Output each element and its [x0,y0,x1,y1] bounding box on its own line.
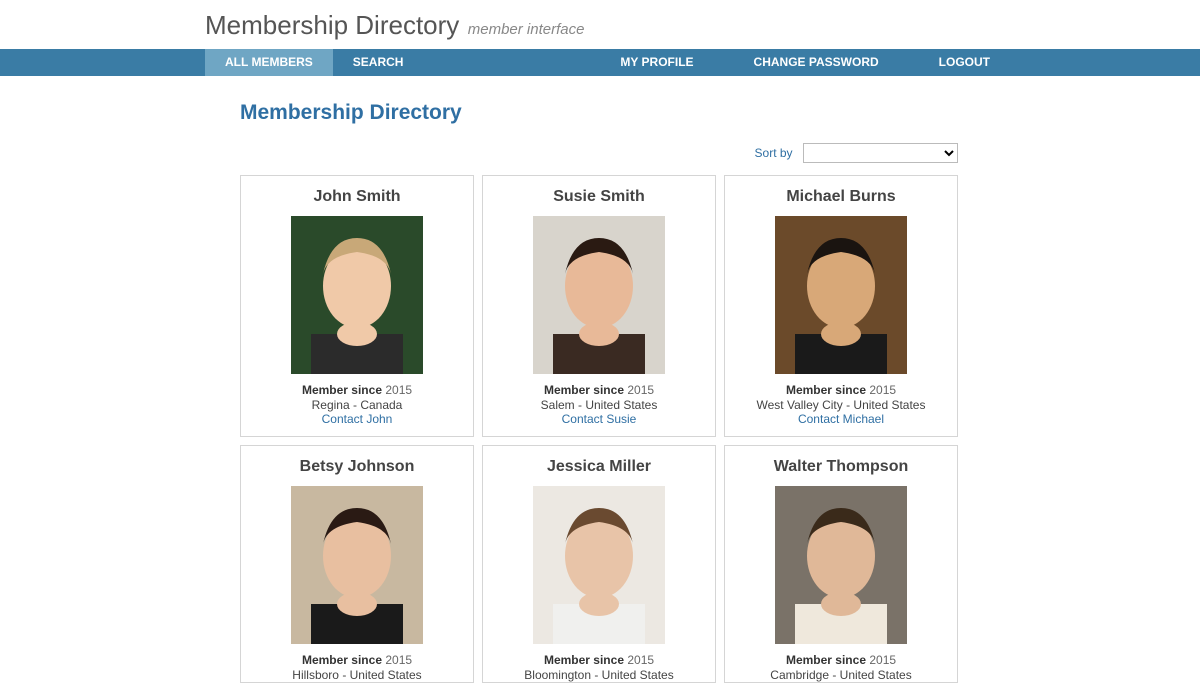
member-location: Regina - Canada [251,398,463,412]
nav-all-members[interactable]: ALL MEMBERS [205,49,333,76]
navbar: ALL MEMBERSSEARCH MY PROFILE CHANGE PASSW… [0,49,1200,76]
member-card: Jessica Miller Member since 2015Blooming… [482,445,716,683]
nav-change-password[interactable]: CHANGE PASSWORD [754,49,879,76]
sort-by-select[interactable] [803,143,958,163]
contact-link[interactable]: Contact John [251,412,463,426]
member-since: Member since 2015 [493,382,705,398]
member-location: Cambridge - United States [735,668,947,682]
member-name: Susie Smith [493,188,705,206]
sort-by-label: Sort by [755,146,793,160]
contact-link[interactable]: Contact Susie [493,412,705,426]
member-photo [533,216,665,374]
member-photo [533,486,665,644]
contact-link[interactable]: Contact Michael [735,412,947,426]
member-card: Michael Burns Member since 2015West Vall… [724,175,958,437]
member-name: John Smith [251,188,463,206]
member-location: Hillsboro - United States [251,668,463,682]
nav-my-profile[interactable]: MY PROFILE [620,49,693,76]
member-name: Betsy Johnson [251,458,463,476]
nav-logout[interactable]: LOGOUT [939,49,990,76]
member-photo [775,216,907,374]
member-name: Walter Thompson [735,458,947,476]
member-card: Walter Thompson Member since 2015Cambrid… [724,445,958,683]
member-location: West Valley City - United States [735,398,947,412]
member-photo [291,216,423,374]
member-photo [775,486,907,644]
member-since: Member since 2015 [251,652,463,668]
member-card: John Smith Member since 2015Regina - Can… [240,175,474,437]
member-since: Member since 2015 [735,652,947,668]
member-name: Michael Burns [735,188,947,206]
member-card: Susie Smith Member since 2015Salem - Uni… [482,175,716,437]
nav-search[interactable]: SEARCH [333,49,424,76]
app-title: Membership Directory [205,10,459,40]
app-subtitle: member interface [468,21,585,38]
member-location: Bloomington - United States [493,668,705,682]
member-location: Salem - United States [493,398,705,412]
member-since: Member since 2015 [735,382,947,398]
member-since: Member since 2015 [251,382,463,398]
member-since: Member since 2015 [493,652,705,668]
member-card: Betsy Johnson Member since 2015Hillsboro… [240,445,474,683]
member-photo [291,486,423,644]
page-title: Membership Directory [240,101,1200,125]
member-name: Jessica Miller [493,458,705,476]
